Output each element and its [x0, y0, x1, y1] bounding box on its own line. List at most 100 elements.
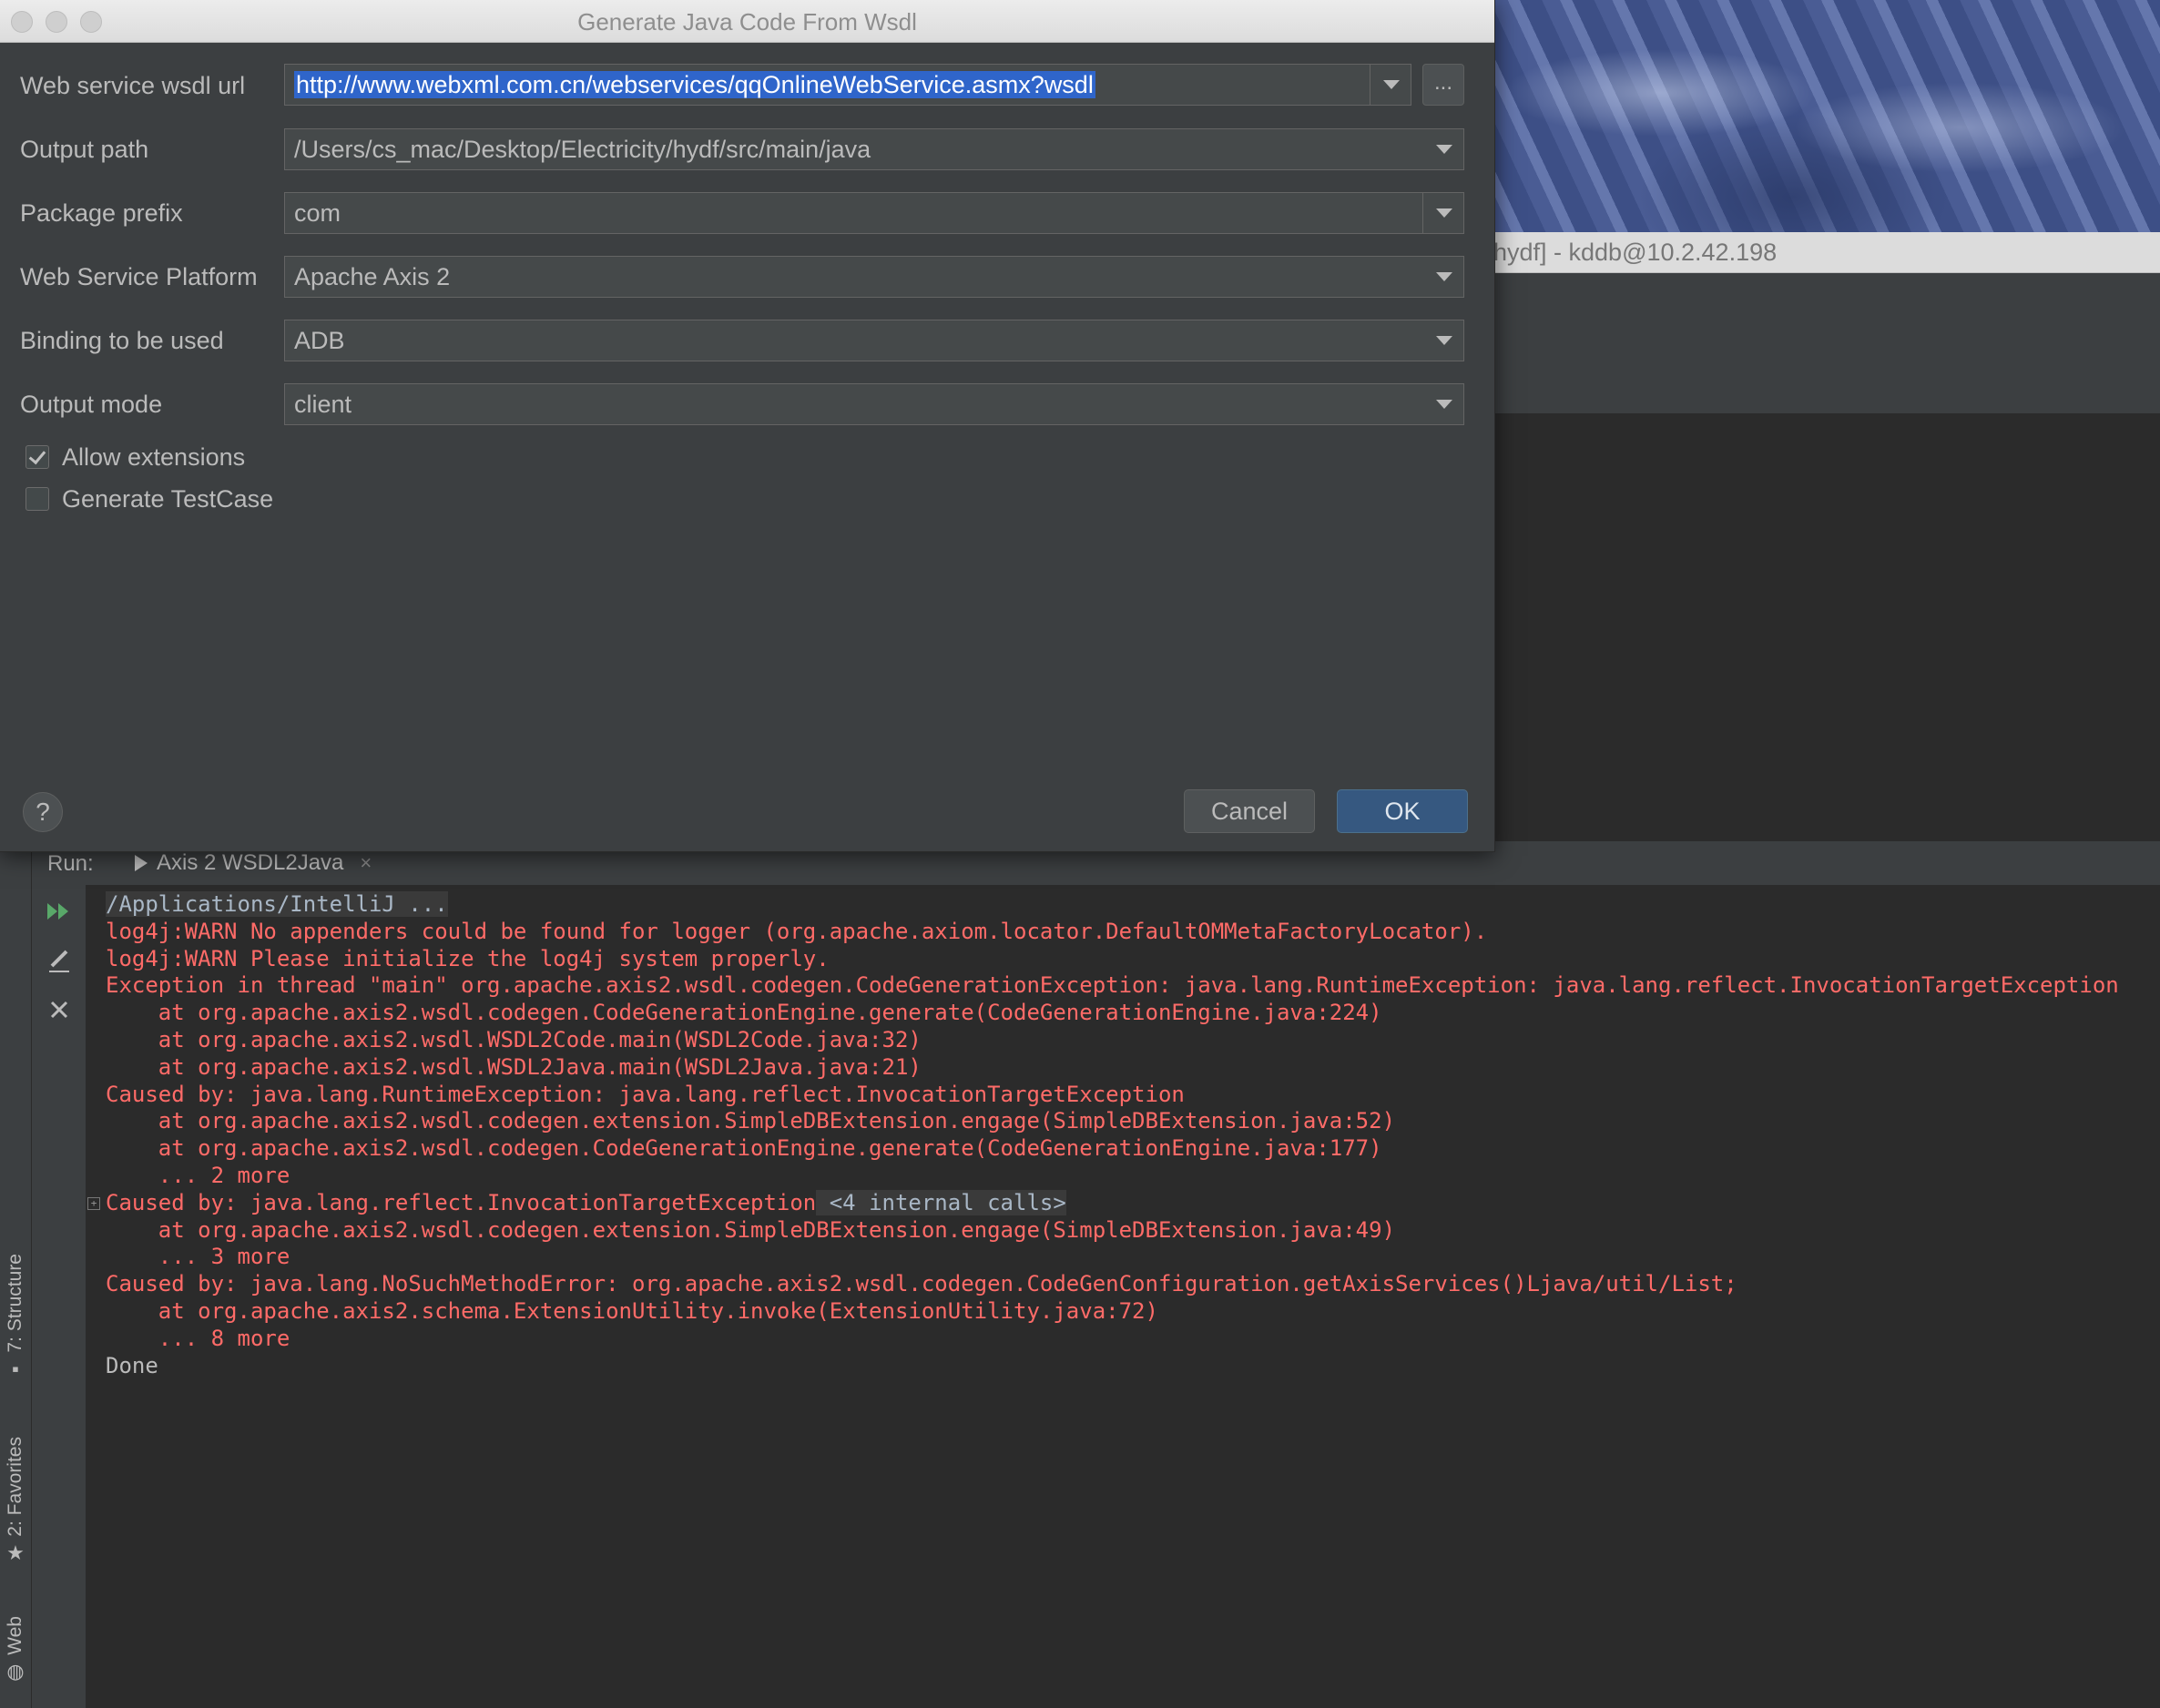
close-run-button[interactable] — [44, 994, 75, 1025]
console-output[interactable]: /Applications/IntelliJ ... log4j:WARN No … — [86, 885, 2160, 1708]
console-line: at org.apache.axis2.wsdl.WSDL2Java.main(… — [106, 1053, 922, 1081]
edit-configuration-button[interactable] — [44, 945, 75, 976]
ide-window-title-text: hydf] - kddb@10.2.42.198 — [1493, 239, 1778, 266]
console-line: at org.apache.axis2.wsdl.codegen.extensi… — [106, 1216, 1395, 1244]
close-icon — [50, 1001, 68, 1019]
wsdl-url-selected-text: http://www.webxml.com.cn/webservices/qqO… — [294, 71, 1095, 98]
allow-extensions-box[interactable] — [25, 445, 49, 469]
console-line: Caused by: java.lang.RuntimeException: j… — [106, 1081, 1185, 1108]
platform-select[interactable]: Apache Axis 2 — [284, 256, 1464, 298]
close-window-button[interactable] — [11, 11, 33, 33]
generate-testcase-box[interactable] — [25, 487, 49, 511]
ide-navigation-bar — [1493, 324, 2160, 369]
package-prefix-value: com — [294, 199, 341, 227]
console-line: Exception in thread "main" org.apache.ax… — [106, 971, 2119, 999]
left-tool-strip: 7: Structure ▪ 2: Favorites ★ Web ◍ — [0, 851, 32, 1708]
binding-label: Binding to be used — [20, 327, 224, 354]
console-line-text: Caused by: java.lang.RuntimeException: j… — [106, 1081, 1185, 1107]
generate-java-code-dialog: Generate Java Code From Wsdl Web service… — [0, 0, 1495, 852]
expand-fold-icon[interactable]: + — [87, 1196, 100, 1210]
allow-extensions-checkbox[interactable]: Allow extensions — [25, 439, 245, 475]
star-icon: ★ — [6, 1540, 25, 1564]
tab-structure[interactable]: 7: Structure ▪ — [0, 1254, 31, 1378]
minimize-window-button[interactable] — [46, 11, 67, 33]
ide-toolbar — [1493, 273, 2160, 325]
console-line-text: at org.apache.axis2.wsdl.codegen.CodeGen… — [106, 1000, 1382, 1026]
chevron-down-icon[interactable] — [1423, 193, 1463, 233]
console-line: ... 2 more — [106, 1162, 290, 1189]
console-line-text: at org.apache.axis2.wsdl.codegen.extensi… — [106, 1108, 1396, 1134]
wsdl-url-value[interactable]: http://www.webxml.com.cn/webservices/qqO… — [294, 65, 1095, 105]
tab-favorites-label: 2: Favorites — [5, 1437, 25, 1537]
run-toolbar — [31, 885, 86, 1708]
generate-testcase-checkbox[interactable]: Generate TestCase — [25, 481, 273, 517]
ok-button[interactable]: OK — [1337, 789, 1468, 833]
console-line-text: ... 3 more — [106, 1244, 290, 1270]
output-path-value: /Users/cs_mac/Desktop/Electricity/hydf/s… — [294, 136, 871, 163]
console-line: log4j:WARN No appenders could be found f… — [106, 918, 1487, 945]
console-line-text: Exception in thread "main" org.apache.ax… — [106, 972, 2119, 999]
run-rerun-icon — [47, 903, 68, 920]
console-line-text: at org.apache.axis2.wsdl.WSDL2Code.main(… — [106, 1027, 922, 1052]
allow-extensions-label: Allow extensions — [62, 442, 246, 471]
chevron-down-icon[interactable] — [1370, 65, 1411, 105]
console-line-text: log4j:WARN No appenders could be found f… — [106, 918, 1488, 944]
chevron-down-icon[interactable] — [1423, 320, 1463, 361]
binding-select[interactable]: ADB — [284, 320, 1464, 361]
console-line-text: /Applications/IntelliJ ... — [106, 891, 448, 917]
console-line: at org.apache.axis2.schema.ExtensionUtil… — [106, 1297, 1158, 1325]
wsdl-url-combo[interactable]: http://www.webxml.com.cn/webservices/qqO… — [284, 64, 1411, 106]
console-line-text: at org.apache.axis2.wsdl.codegen.CodeGen… — [106, 1135, 1382, 1162]
console-line: ... 8 more — [106, 1325, 290, 1352]
console-line: log4j:WARN Please initialize the log4j s… — [106, 945, 830, 972]
console-line: ... 3 more — [106, 1243, 290, 1270]
browse-button[interactable]: ... — [1422, 64, 1464, 106]
console-line-text: Caused by: java.lang.reflect.InvocationT… — [106, 1189, 817, 1215]
wsdl-url-label: Web service wsdl url — [20, 72, 246, 99]
edit-icon — [49, 950, 69, 972]
tab-web[interactable]: Web ◍ — [0, 1616, 31, 1681]
platform-value: Apache Axis 2 — [294, 263, 451, 290]
console-line: at org.apache.axis2.wsdl.codegen.extensi… — [106, 1107, 1395, 1134]
console-line-text: Caused by: java.lang.NoSuchMethodError: … — [106, 1271, 1737, 1297]
output-mode-select[interactable]: client — [284, 383, 1464, 425]
output-mode-label: Output mode — [20, 391, 163, 418]
console-line: at org.apache.axis2.wsdl.codegen.CodeGen… — [106, 999, 1382, 1026]
platform-label: Web Service Platform — [20, 263, 258, 290]
globe-icon: ◍ — [6, 1659, 25, 1683]
zoom-window-button[interactable] — [80, 11, 102, 33]
chevron-down-icon[interactable] — [1423, 257, 1463, 297]
console-line-text: Done — [106, 1352, 158, 1378]
ide-editor-tabs — [1493, 368, 2160, 413]
console-line-text: ... 8 more — [106, 1325, 290, 1351]
ide-editor-area — [1493, 413, 2160, 841]
output-mode-value: client — [294, 391, 352, 418]
internal-calls-fold[interactable]: <4 internal calls> — [816, 1189, 1066, 1215]
dialog-title: Generate Java Code From Wsdl — [577, 8, 917, 36]
desktop-wallpaper — [1493, 0, 2160, 232]
help-button[interactable]: ? — [23, 792, 63, 832]
rerun-button[interactable] — [44, 896, 75, 927]
tab-web-label: Web — [5, 1616, 25, 1655]
binding-value: ADB — [294, 327, 345, 354]
generate-testcase-label: Generate TestCase — [62, 484, 274, 513]
ide-window-title: hydf] - kddb@10.2.42.198 — [1493, 232, 2160, 273]
dialog-titlebar: Generate Java Code From Wsdl — [0, 0, 1494, 43]
cancel-button[interactable]: Cancel — [1184, 789, 1315, 833]
console-line-text: at org.apache.axis2.wsdl.WSDL2Java.main(… — [106, 1053, 922, 1080]
package-prefix-combo[interactable]: com — [284, 192, 1464, 234]
console-line-text: at org.apache.axis2.schema.ExtensionUtil… — [106, 1298, 1158, 1324]
console-line: Caused by: java.lang.reflect.InvocationT… — [106, 1189, 1066, 1216]
output-path-combo[interactable]: /Users/cs_mac/Desktop/Electricity/hydf/s… — [284, 128, 1464, 170]
chevron-down-icon[interactable] — [1423, 129, 1463, 169]
console-line-text: log4j:WARN Please initialize the log4j s… — [106, 945, 830, 971]
console-line: /Applications/IntelliJ ... — [106, 890, 448, 918]
console-line: Caused by: java.lang.NoSuchMethodError: … — [106, 1270, 1737, 1297]
output-path-label: Output path — [20, 136, 149, 163]
chevron-down-icon[interactable] — [1423, 384, 1463, 424]
package-prefix-label: Package prefix — [20, 199, 183, 227]
play-icon — [135, 855, 148, 871]
tab-favorites[interactable]: 2: Favorites ★ — [0, 1437, 31, 1562]
console-line-text: ... 2 more — [106, 1163, 290, 1188]
structure-icon: ▪ — [12, 1357, 19, 1380]
